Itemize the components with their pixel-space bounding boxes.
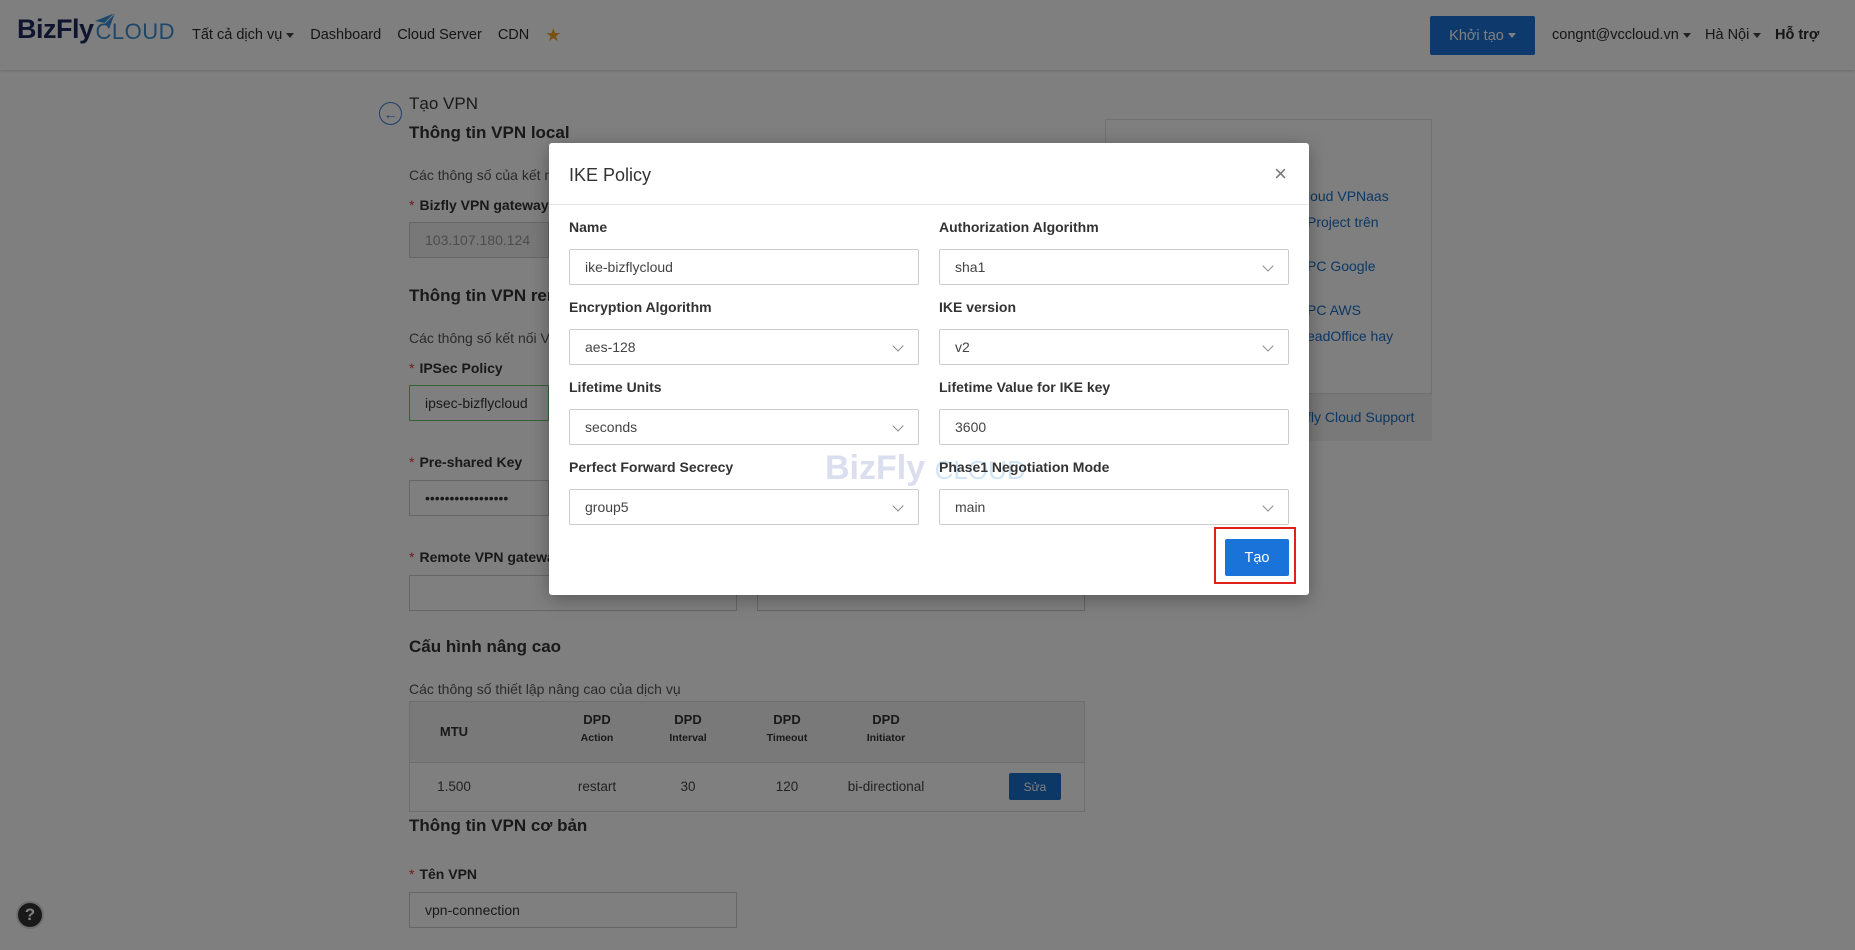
encryption-algorithm-label: Encryption Algorithm: [569, 299, 712, 315]
auth-algorithm-value: sha1: [955, 259, 986, 275]
encryption-algorithm-select[interactable]: aes-128: [569, 329, 919, 365]
lifetime-units-value: seconds: [585, 419, 638, 435]
modal-header: IKE Policy ×: [549, 143, 1309, 205]
chevron-down-icon: [892, 420, 904, 432]
watermark-text: BizFly: [825, 449, 926, 487]
encryption-algorithm-value: aes-128: [585, 339, 636, 355]
lifetime-value-input[interactable]: 3600: [939, 409, 1289, 445]
ike-version-label: IKE version: [939, 299, 1017, 315]
pfs-select[interactable]: group5: [569, 489, 919, 525]
close-icon[interactable]: ×: [1274, 161, 1287, 187]
chevron-down-icon: [1262, 500, 1274, 512]
phase1-mode-label: Phase1 Negotiation Mode: [939, 459, 1110, 475]
ike-version-value: v2: [955, 339, 970, 355]
chevron-down-icon: [1262, 260, 1274, 272]
modal-title: IKE Policy: [569, 165, 652, 185]
lifetime-value-label: Lifetime Value for IKE key: [939, 379, 1111, 395]
name-input[interactable]: ike-bizflycloud: [569, 249, 919, 285]
ike-version-select[interactable]: v2: [939, 329, 1289, 365]
ike-policy-modal: IKE Policy × BizFly CLOUD Name ike-bizfl…: [549, 143, 1309, 595]
name-label: Name: [569, 219, 608, 235]
phase1-mode-value: main: [955, 499, 986, 515]
pfs-value: group5: [585, 499, 629, 515]
auth-algorithm-label: Authorization Algorithm: [939, 219, 1099, 235]
create-submit-button[interactable]: Tạo: [1225, 539, 1289, 576]
lifetime-units-select[interactable]: seconds: [569, 409, 919, 445]
lifetime-units-label: Lifetime Units: [569, 379, 662, 395]
chevron-down-icon: [892, 340, 904, 352]
phase1-mode-select[interactable]: main: [939, 489, 1289, 525]
auth-algorithm-select[interactable]: sha1: [939, 249, 1289, 285]
chevron-down-icon: [892, 500, 904, 512]
chevron-down-icon: [1262, 340, 1274, 352]
pfs-label: Perfect Forward Secrecy: [569, 459, 734, 475]
